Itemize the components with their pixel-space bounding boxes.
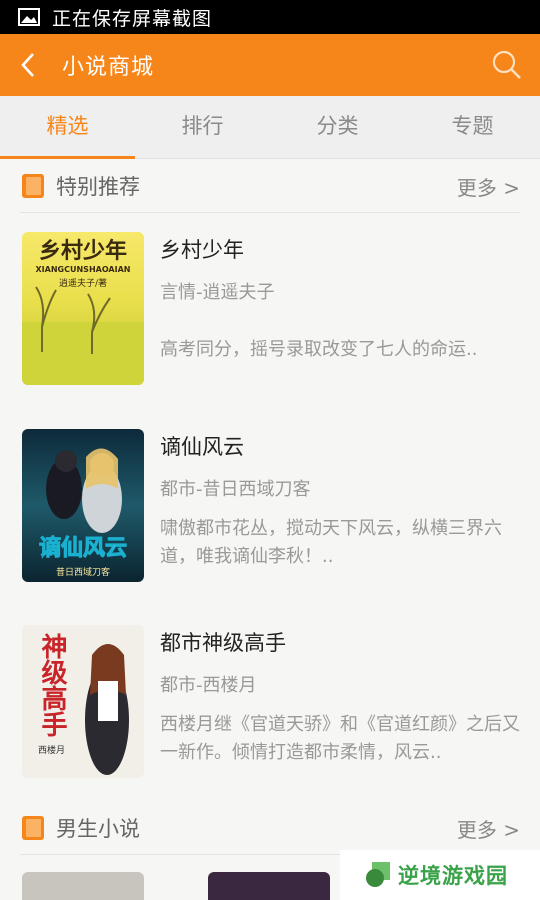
cover-subtitle: XIANGCUNSHAOAIAN bbox=[36, 265, 131, 274]
section-header-male: 男生小说 更多 > bbox=[20, 802, 520, 855]
page-title: 小说商城 bbox=[62, 55, 155, 80]
book-icon bbox=[22, 174, 44, 198]
tab-ranking[interactable]: 排行 bbox=[135, 96, 270, 158]
section-title: 特别推荐 bbox=[56, 175, 140, 199]
status-text: 正在保存屏幕截图 bbox=[52, 7, 213, 30]
book-cover: 神级高手 西楼月 bbox=[22, 625, 144, 778]
book-description: 西楼月继《官道天骄》和《官道红颜》之后又一新作。倾情打造都市柔情，风云.. bbox=[160, 714, 520, 763]
book-description: 高考同分，摇号录取改变了七人的命运.. bbox=[160, 339, 478, 360]
watermark: 逆境游戏园 bbox=[340, 850, 540, 900]
watermark-logo-icon bbox=[366, 862, 390, 887]
tab-category[interactable]: 分类 bbox=[270, 96, 405, 158]
book-cover-partial[interactable] bbox=[22, 872, 144, 900]
back-arrow-icon bbox=[21, 53, 34, 77]
cover-author: 逍遥夫子/著 bbox=[59, 277, 107, 289]
book-item[interactable]: 神级高手 西楼月 都市神级高手 都市-西楼月 西楼月继《官道天骄》和《官道红颜》… bbox=[22, 625, 522, 780]
image-icon bbox=[18, 8, 40, 26]
more-link[interactable]: 更多 > bbox=[457, 814, 520, 843]
cover-title: 神级高手 bbox=[37, 633, 67, 737]
cover-author: 西楼月 bbox=[38, 744, 65, 756]
search-icon[interactable] bbox=[490, 48, 524, 82]
watermark-text: 逆境游戏园 bbox=[398, 864, 508, 888]
book-item[interactable]: 乡村少年 XIANGCUNSHAOAIAN 逍遥夫子/著 乡村少年 言情-逍遥夫… bbox=[22, 232, 522, 387]
tab-bar: 精选 排行 分类 专题 bbox=[0, 96, 540, 159]
app-bar: 小说商城 bbox=[0, 34, 540, 96]
cover-author: 昔日西域刀客 bbox=[56, 566, 110, 578]
status-bar: 正在保存屏幕截图 bbox=[0, 0, 540, 34]
tab-featured[interactable]: 精选 bbox=[0, 96, 135, 159]
section-header-recommended: 特别推荐 更多 > bbox=[20, 160, 520, 213]
back-button[interactable] bbox=[18, 34, 54, 96]
cover-title: 谪仙风云 bbox=[39, 535, 127, 561]
book-title: 乡村少年 bbox=[160, 238, 244, 262]
book-meta: 都市-西楼月 bbox=[160, 675, 257, 696]
book-title: 都市神级高手 bbox=[160, 631, 286, 655]
book-meta: 言情-逍遥夫子 bbox=[160, 282, 275, 303]
book-cover-partial[interactable] bbox=[208, 872, 330, 900]
book-title: 谪仙风云 bbox=[160, 435, 244, 459]
tab-topics[interactable]: 专题 bbox=[405, 96, 540, 158]
book-meta: 都市-昔日西域刀客 bbox=[160, 479, 311, 500]
book-cover: 谪仙风云 昔日西域刀客 bbox=[22, 429, 144, 582]
book-cover: 乡村少年 XIANGCUNSHAOAIAN 逍遥夫子/著 bbox=[22, 232, 144, 385]
section-title: 男生小说 bbox=[56, 817, 140, 841]
more-link[interactable]: 更多 > bbox=[457, 172, 520, 201]
book-description: 啸傲都市花丛，搅动天下风云，纵横三界六道，唯我谪仙李秋！.. bbox=[160, 518, 502, 567]
cover-title: 乡村少年 bbox=[39, 238, 127, 264]
book-icon bbox=[22, 816, 44, 840]
book-item[interactable]: 谪仙风云 昔日西域刀客 谪仙风云 都市-昔日西域刀客 啸傲都市花丛，搅动天下风云… bbox=[22, 429, 522, 584]
